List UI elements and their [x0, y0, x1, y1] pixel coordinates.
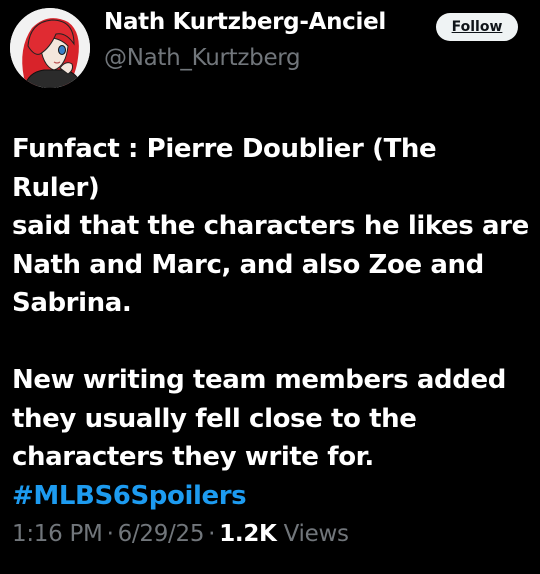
- author-display-name[interactable]: Nath Kurtzberg-Anciel: [104, 9, 386, 35]
- profile-avatar-icon: [10, 8, 90, 88]
- meta-separator: ·: [106, 521, 114, 547]
- tweet-paragraph-1: Funfact : Pierre Doublier (The Ruler) sa…: [12, 134, 529, 318]
- views-count[interactable]: 1.2K: [219, 521, 277, 547]
- author-handle[interactable]: @Nath_Kurtzberg: [104, 45, 301, 71]
- follow-button[interactable]: Follow: [436, 13, 518, 41]
- views-label[interactable]: Views: [284, 521, 349, 547]
- meta-separator: ·: [208, 521, 216, 547]
- hashtag-link[interactable]: #MLBS6Spoilers: [12, 481, 247, 511]
- avatar[interactable]: [10, 8, 90, 88]
- tweet-body: Funfact : Pierre Doublier (The Ruler) sa…: [12, 130, 532, 515]
- tweet-meta: 1:16 PM · 6/29/25 · 1.2K Views: [12, 521, 349, 547]
- tweet-header: Nath Kurtzberg-Anciel @Nath_Kurtzberg Fo…: [0, 0, 540, 100]
- tweet-date[interactable]: 6/29/25: [118, 521, 205, 547]
- tweet-time[interactable]: 1:16 PM: [12, 521, 103, 547]
- tweet-paragraph-2: New writing team members added they usua…: [12, 365, 506, 472]
